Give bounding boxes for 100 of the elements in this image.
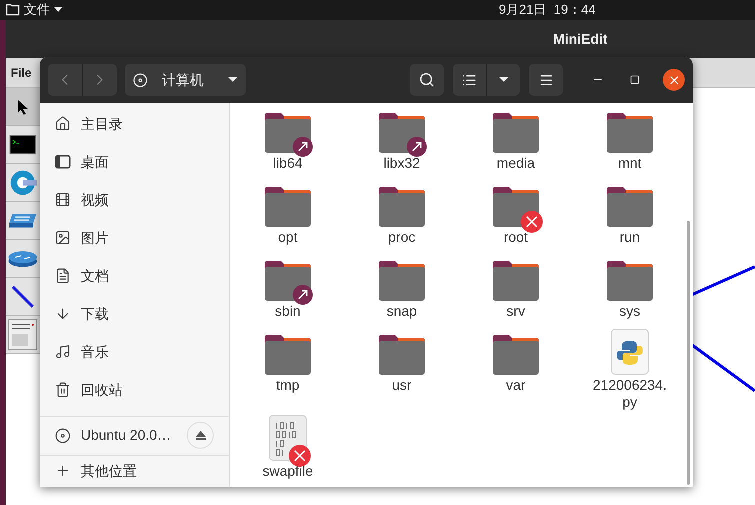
sidebar-item[interactable]: 视频 [40,181,229,219]
grid-entry[interactable]: lib64 [231,107,345,177]
link-line [692,343,755,393]
grid-entry[interactable]: srv [459,255,573,325]
server-icon [8,318,38,350]
link-badge-icon [293,137,313,157]
grid-entry[interactable]: proc [345,181,459,251]
folder-icon [379,261,425,301]
entry-label: lib64 [273,155,303,172]
home-icon [55,116,71,132]
grid-entry[interactable]: libx32 [345,107,459,177]
download-icon [55,306,71,322]
sidebar-item[interactable]: 主目录 [40,105,229,143]
terminal-icon [9,134,37,154]
router-icon [8,250,38,268]
maximize-icon [630,75,640,85]
folder-icon [379,335,425,375]
film-icon [55,192,71,208]
sidebar-item[interactable]: 桌面 [40,143,229,181]
entry-label: tmp [276,377,300,394]
grid-entry[interactable]: opt [231,181,345,251]
grid-entry[interactable]: media [459,107,573,177]
grid-entry[interactable]: swapfile [231,415,345,485]
entry-label: sys [620,303,640,320]
folder-icon [607,113,653,153]
sidebar-item[interactable]: 图片 [40,219,229,257]
eject-icon [196,431,206,440]
entry-label: 212006234. py [593,377,667,411]
desktop-icon [55,154,71,170]
switch-icon [8,212,38,230]
entry-label: root [504,229,528,246]
folder-icon [265,335,311,375]
entry-label: libx32 [384,155,420,172]
grid-entry[interactable]: snap [345,255,459,325]
link-badge-icon [293,285,313,305]
sidebar-item[interactable]: 其他位置 [40,456,229,487]
drive-icon [133,72,148,88]
picture-icon [55,230,71,246]
close-button[interactable] [663,69,685,91]
link-badge-icon [407,137,427,157]
eject-button[interactable] [187,422,214,450]
grid-entry[interactable]: run [573,181,687,251]
view-list-button[interactable] [453,64,487,96]
entry-label: run [620,229,640,246]
grid-entry[interactable]: sbin [231,255,345,325]
entry-label: var [506,377,526,394]
entry-label: mnt [618,155,642,172]
grid-entry[interactable]: usr [345,329,459,411]
folder-icon [265,187,311,227]
grid-entry[interactable]: sys [573,255,687,325]
menu-button[interactable] [529,64,563,96]
controller-icon [9,168,37,196]
entry-label: srv [506,303,526,320]
folder-icon [493,113,539,153]
entry-label: opt [278,229,298,246]
window-title: MiniEdit [553,30,608,48]
locked-badge-icon [521,211,543,233]
view-options-button[interactable] [487,64,520,96]
entry-label: proc [388,229,416,246]
location-button[interactable]: 计算机 [125,64,246,96]
folder-outline-icon [6,4,20,16]
link-line-icon [11,284,35,308]
pointer-icon [17,98,29,114]
entry-label: snap [386,303,418,320]
entry-label: swapfile [262,463,314,480]
locked-badge-icon [289,445,311,467]
caret-icon [498,77,508,83]
folder-icon [493,261,539,301]
tool-button[interactable] [6,88,40,126]
grid-entry[interactable]: mnt [573,107,687,177]
grid-entry[interactable]: root [459,181,573,251]
grid-entry[interactable]: 212006234. py [573,329,687,411]
sidebar-item[interactable]: Ubuntu 20.0… [40,417,229,455]
grid-entry[interactable]: tmp [231,329,345,411]
folder-icon [379,187,425,227]
trash-icon [55,382,71,398]
app-menu[interactable]: 文件 [6,0,63,20]
entry-label: usr [392,377,412,394]
menu-icon [538,72,554,88]
folder-icon [607,187,653,227]
search-icon [419,72,435,88]
sidebar-item[interactable]: 音乐 [40,333,229,371]
link-line [692,265,755,297]
menu-item[interactable]: File [10,64,33,82]
disc-icon [55,428,71,444]
search-button[interactable] [410,64,444,96]
sidebar-item[interactable]: 文档 [40,257,229,295]
caret-icon [228,77,238,83]
grid-entry[interactable]: var [459,329,573,411]
sidebar-item[interactable]: 下载 [40,295,229,333]
python-file-icon [611,329,649,375]
folder-icon [493,335,539,375]
music-icon [55,344,71,360]
document-icon [55,268,71,284]
sidebar-item[interactable]: 回收站 [40,371,229,409]
list-icon [462,72,477,88]
folder-icon [607,261,653,301]
close-icon [668,74,680,86]
entry-label: sbin [275,303,301,320]
caret-icon [54,7,63,13]
